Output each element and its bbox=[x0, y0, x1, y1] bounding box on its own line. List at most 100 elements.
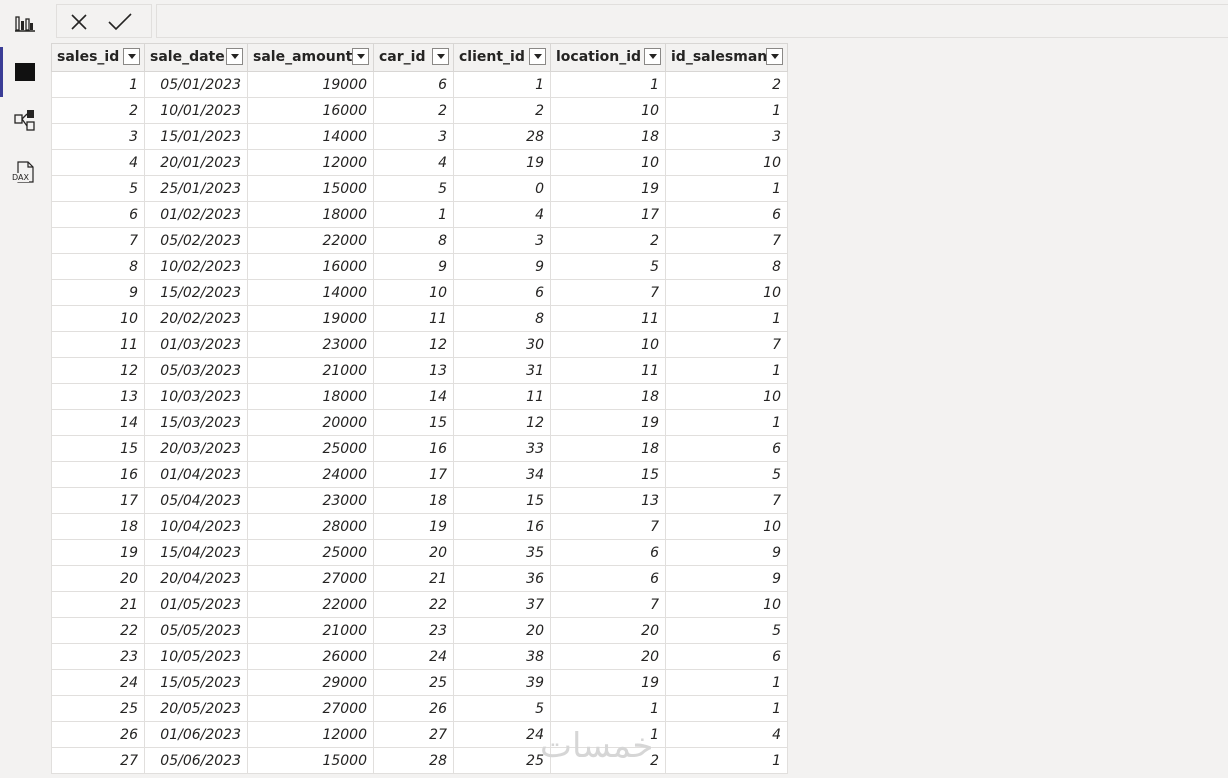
dax-query-view-button[interactable]: DAX bbox=[0, 147, 50, 197]
table-row[interactable]: 8 10/02/2023 16000 9 9 5 8 bbox=[51, 253, 788, 280]
cell-location-id[interactable]: 2 bbox=[550, 227, 666, 254]
cell-sale-amount[interactable]: 12000 bbox=[247, 149, 374, 176]
cell-id-salesman[interactable]: 10 bbox=[665, 383, 788, 410]
table-row[interactable]: 3 15/01/2023 14000 3 28 18 3 bbox=[51, 123, 788, 150]
cell-id-salesman[interactable]: 9 bbox=[665, 565, 788, 592]
cell-client-id[interactable]: 4 bbox=[453, 201, 551, 228]
cell-location-id[interactable]: 15 bbox=[550, 461, 666, 488]
cell-sales-id[interactable]: 1 bbox=[51, 71, 145, 98]
table-row[interactable]: 25 20/05/2023 27000 26 5 1 1 bbox=[51, 695, 788, 722]
cell-sale-amount[interactable]: 22000 bbox=[247, 591, 374, 618]
column-header-location-id[interactable]: location_id bbox=[550, 43, 666, 72]
cell-sale-date[interactable]: 01/04/2023 bbox=[144, 461, 248, 488]
table-view-button[interactable] bbox=[0, 47, 50, 97]
cell-car-id[interactable]: 16 bbox=[373, 435, 454, 462]
cell-car-id[interactable]: 13 bbox=[373, 357, 454, 384]
cell-car-id[interactable]: 11 bbox=[373, 305, 454, 332]
cell-sales-id[interactable]: 4 bbox=[51, 149, 145, 176]
formula-input[interactable] bbox=[156, 4, 1228, 38]
table-row[interactable]: 6 01/02/2023 18000 1 4 17 6 bbox=[51, 201, 788, 228]
column-header-sale-date[interactable]: sale_date bbox=[144, 43, 248, 72]
cell-sale-amount[interactable]: 14000 bbox=[247, 279, 374, 306]
cell-car-id[interactable]: 20 bbox=[373, 539, 454, 566]
cell-location-id[interactable]: 13 bbox=[550, 487, 666, 514]
cell-sale-date[interactable]: 15/04/2023 bbox=[144, 539, 248, 566]
cell-sale-date[interactable]: 20/04/2023 bbox=[144, 565, 248, 592]
cell-id-salesman[interactable]: 1 bbox=[665, 175, 788, 202]
table-row[interactable]: 18 10/04/2023 28000 19 16 7 10 bbox=[51, 513, 788, 540]
cell-sales-id[interactable]: 12 bbox=[51, 357, 145, 384]
cell-client-id[interactable]: 34 bbox=[453, 461, 551, 488]
cell-location-id[interactable]: 2 bbox=[550, 747, 666, 774]
cell-id-salesman[interactable]: 6 bbox=[665, 643, 788, 670]
cell-sale-date[interactable]: 15/01/2023 bbox=[144, 123, 248, 150]
cell-location-id[interactable]: 19 bbox=[550, 409, 666, 436]
table-row[interactable]: 1 05/01/2023 19000 6 1 1 2 bbox=[51, 71, 788, 98]
cell-sale-date[interactable]: 10/01/2023 bbox=[144, 97, 248, 124]
cell-sales-id[interactable]: 21 bbox=[51, 591, 145, 618]
cell-sales-id[interactable]: 22 bbox=[51, 617, 145, 644]
table-row[interactable]: 24 15/05/2023 29000 25 39 19 1 bbox=[51, 669, 788, 696]
cell-id-salesman[interactable]: 2 bbox=[665, 71, 788, 98]
cell-id-salesman[interactable]: 1 bbox=[665, 747, 788, 774]
cell-car-id[interactable]: 1 bbox=[373, 201, 454, 228]
cell-client-id[interactable]: 5 bbox=[453, 695, 551, 722]
cell-car-id[interactable]: 19 bbox=[373, 513, 454, 540]
table-row[interactable]: 22 05/05/2023 21000 23 20 20 5 bbox=[51, 617, 788, 644]
cell-sales-id[interactable]: 13 bbox=[51, 383, 145, 410]
cell-client-id[interactable]: 25 bbox=[453, 747, 551, 774]
cell-sale-amount[interactable]: 15000 bbox=[247, 175, 374, 202]
cell-id-salesman[interactable]: 1 bbox=[665, 97, 788, 124]
cell-sale-date[interactable]: 10/03/2023 bbox=[144, 383, 248, 410]
table-row[interactable]: 9 15/02/2023 14000 10 6 7 10 bbox=[51, 279, 788, 306]
cell-location-id[interactable]: 19 bbox=[550, 175, 666, 202]
table-row[interactable]: 19 15/04/2023 25000 20 35 6 9 bbox=[51, 539, 788, 566]
cell-sale-amount[interactable]: 26000 bbox=[247, 643, 374, 670]
cell-sales-id[interactable]: 11 bbox=[51, 331, 145, 358]
cell-sales-id[interactable]: 16 bbox=[51, 461, 145, 488]
cell-car-id[interactable]: 9 bbox=[373, 253, 454, 280]
cell-sales-id[interactable]: 24 bbox=[51, 669, 145, 696]
cell-id-salesman[interactable]: 10 bbox=[665, 591, 788, 618]
cell-sales-id[interactable]: 26 bbox=[51, 721, 145, 748]
filter-dropdown-icon[interactable] bbox=[766, 48, 783, 65]
table-row[interactable]: 13 10/03/2023 18000 14 11 18 10 bbox=[51, 383, 788, 410]
cell-id-salesman[interactable]: 3 bbox=[665, 123, 788, 150]
table-row[interactable]: 16 01/04/2023 24000 17 34 15 5 bbox=[51, 461, 788, 488]
cell-client-id[interactable]: 6 bbox=[453, 279, 551, 306]
cell-car-id[interactable]: 4 bbox=[373, 149, 454, 176]
cell-id-salesman[interactable]: 7 bbox=[665, 227, 788, 254]
cell-client-id[interactable]: 1 bbox=[453, 71, 551, 98]
cell-client-id[interactable]: 31 bbox=[453, 357, 551, 384]
cell-sale-amount[interactable]: 23000 bbox=[247, 487, 374, 514]
cell-sale-amount[interactable]: 16000 bbox=[247, 253, 374, 280]
cell-sale-amount[interactable]: 12000 bbox=[247, 721, 374, 748]
cell-client-id[interactable]: 39 bbox=[453, 669, 551, 696]
cell-sale-amount[interactable]: 14000 bbox=[247, 123, 374, 150]
cell-id-salesman[interactable]: 10 bbox=[665, 513, 788, 540]
cell-location-id[interactable]: 7 bbox=[550, 591, 666, 618]
cell-location-id[interactable]: 7 bbox=[550, 279, 666, 306]
cell-sales-id[interactable]: 19 bbox=[51, 539, 145, 566]
filter-dropdown-icon[interactable] bbox=[644, 48, 661, 65]
cell-location-id[interactable]: 11 bbox=[550, 305, 666, 332]
cell-id-salesman[interactable]: 1 bbox=[665, 305, 788, 332]
cell-car-id[interactable]: 8 bbox=[373, 227, 454, 254]
filter-dropdown-icon[interactable] bbox=[352, 48, 369, 65]
cell-car-id[interactable]: 10 bbox=[373, 279, 454, 306]
cell-car-id[interactable]: 21 bbox=[373, 565, 454, 592]
cell-sales-id[interactable]: 17 bbox=[51, 487, 145, 514]
cell-sale-date[interactable]: 05/04/2023 bbox=[144, 487, 248, 514]
filter-dropdown-icon[interactable] bbox=[123, 48, 140, 65]
cell-id-salesman[interactable]: 1 bbox=[665, 409, 788, 436]
cell-location-id[interactable]: 10 bbox=[550, 97, 666, 124]
table-row[interactable]: 20 20/04/2023 27000 21 36 6 9 bbox=[51, 565, 788, 592]
filter-dropdown-icon[interactable] bbox=[226, 48, 243, 65]
cell-id-salesman[interactable]: 6 bbox=[665, 201, 788, 228]
cell-id-salesman[interactable]: 10 bbox=[665, 149, 788, 176]
table-row[interactable]: 11 01/03/2023 23000 12 30 10 7 bbox=[51, 331, 788, 358]
cell-client-id[interactable]: 8 bbox=[453, 305, 551, 332]
cell-sales-id[interactable]: 25 bbox=[51, 695, 145, 722]
cell-location-id[interactable]: 18 bbox=[550, 383, 666, 410]
cell-sale-amount[interactable]: 21000 bbox=[247, 357, 374, 384]
